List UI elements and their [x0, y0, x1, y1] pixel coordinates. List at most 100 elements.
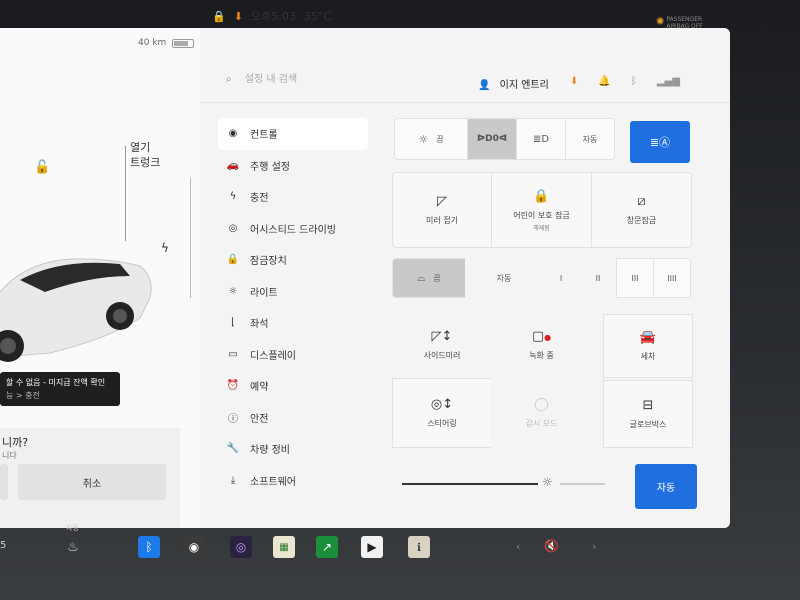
dialog-confirm-button[interactable] [0, 464, 8, 500]
seat-icon: ⌊ [231, 317, 235, 329]
nav-item-display[interactable]: ▭ 디스플레이 [218, 339, 368, 371]
vehicle-pane: 40 km 🔓 열기 트렁크 ϟ 할 수 없음 - 미지급 잔액 확인 능 > … [0, 28, 200, 528]
trunk-label-open: 열기 [130, 141, 151, 154]
bolt-icon: ϟ [229, 191, 237, 203]
trunk-indicator-line [125, 146, 126, 241]
wipers-speed-3-button[interactable]: III [616, 258, 654, 298]
nav-item-software[interactable]: ⤓ 소프트웨어 [218, 465, 368, 497]
volume-up-icon[interactable]: › [592, 540, 596, 553]
camera-icon[interactable]: ◉ [183, 536, 205, 558]
sun-icon: ☼ [418, 132, 429, 146]
lock-icon: 🔒 [226, 254, 240, 266]
dialog-subtitle: 니다 [2, 451, 17, 460]
speed-readout: 5 [0, 540, 7, 551]
lights-off-button[interactable]: ☼ 끔 [394, 118, 468, 160]
charge-indicator-line [190, 178, 191, 298]
charge-port-icon[interactable]: ϟ [161, 241, 169, 255]
child-lock-icon: 🔒 [533, 188, 550, 204]
video-app-icon[interactable]: ▶ [361, 536, 383, 558]
unlock-icon[interactable]: 🔓 [34, 160, 50, 175]
fold-mirrors-button[interactable]: ◸ 미러 접기 [392, 172, 492, 248]
wipers-speed-2-button[interactable]: II [579, 258, 617, 298]
parking-lights-icon: ᐅD0ᐊ [476, 134, 508, 144]
car-wash-icon: 🚘 [639, 330, 657, 345]
signal-icon: ▂▄▆ [656, 76, 680, 87]
search-placeholder: 설정 내 검색 [244, 74, 298, 85]
header-icons: ⬇ 🔔 ᛒ ▂▄▆ [570, 76, 680, 87]
glovebox-icon: ⊟ [642, 398, 654, 413]
auto-high-beam-button[interactable]: ≣Ⓐ [630, 121, 690, 163]
alert-title: 할 수 없음 - 미지급 잔액 확인 [6, 378, 106, 387]
nav-item-schedule[interactable]: ⏰ 예약 [218, 370, 368, 402]
alert-subtitle: 능 > 충전 [6, 391, 40, 400]
search-icon: ⌕ [226, 74, 232, 85]
steering-wheel-icon: ◎ [228, 222, 238, 234]
trunk-label-trunk: 트렁크 [130, 156, 161, 169]
range-readout: 40 km [138, 38, 167, 48]
bluetooth-icon[interactable]: ᛒ [138, 536, 160, 558]
sentry-icon: ◯ [534, 397, 549, 412]
profile-button[interactable]: 👤 이지 엔트리 [478, 76, 549, 91]
person-icon: 👤 [478, 80, 491, 91]
side-mirror-icon: ◸↕ [431, 329, 453, 344]
search-input[interactable]: ⌕ 설정 내 검색 [226, 70, 297, 85]
sentry-mode-button[interactable]: ◯ 감시 모드 [491, 378, 592, 448]
wipers-auto-button[interactable]: 자동 [465, 258, 543, 298]
steering-adjust-button[interactable]: ◎↕ 스티어링 [392, 378, 492, 448]
nav-item-assisted-driving[interactable]: ◎ 어시스티드 드라이빙 [218, 213, 368, 245]
bell-icon[interactable]: 🔔 [598, 76, 610, 87]
display-icon: ▭ [228, 348, 238, 360]
nav-item-service[interactable]: 🔧 차량 정비 [218, 433, 368, 465]
nav-item-driving[interactable]: 🚗 주행 설정 [218, 150, 368, 182]
header-divider [200, 102, 730, 103]
download-icon[interactable]: ⬇ [234, 10, 243, 23]
brightness-slider-fill[interactable] [402, 483, 538, 485]
dialog-question: 니까? [2, 436, 29, 449]
seat-heat-label: 자동 [66, 524, 79, 532]
temperature: 35°C [303, 9, 332, 23]
window-lock-icon: ⧄ [637, 194, 646, 209]
clock-icon: ⏰ [226, 380, 240, 392]
trunk-open-button[interactable]: 열기 트렁크 [130, 140, 160, 170]
wipers-off-button[interactable]: ⌓ 끔 [392, 258, 466, 298]
toggle-icon: ◉ [228, 128, 238, 140]
wipers-speed-1-button[interactable]: I [542, 258, 580, 298]
auto-high-beam-icon: ≣Ⓐ [649, 136, 671, 149]
media-icon[interactable]: ◎ [230, 536, 252, 558]
cancel-button[interactable]: 취소 [18, 464, 166, 500]
taskbar [0, 528, 800, 568]
bluetooth-icon[interactable]: ᛒ [631, 76, 637, 87]
nav-item-controls[interactable]: ◉ 컨트롤 [218, 118, 368, 150]
side-mirror-adjust-button[interactable]: ◸↕ 사이드미러 [392, 312, 492, 378]
download-icon[interactable]: ⬇ [570, 76, 578, 87]
manual-app-icon[interactable]: ℹ [408, 536, 430, 558]
brightness-slider-track[interactable] [560, 483, 605, 485]
car-image [0, 258, 152, 362]
child-lock-button[interactable]: 🔒 어린이 보호 잠금 해제됨 [491, 172, 592, 248]
wipers-speed-4-button[interactable]: IIII [653, 258, 691, 298]
mirror-icon: ◸ [437, 194, 447, 209]
lock-status-icon: 🔒 [212, 9, 226, 23]
volume-down-icon[interactable]: ‹ [516, 540, 520, 553]
headlights-on-button[interactable]: ≣D [516, 118, 566, 160]
seat-heater-icon[interactable]: ♨ [62, 536, 84, 558]
payment-alert-toast[interactable]: 할 수 없음 - 미지급 잔액 확인 능 > 충전 [0, 372, 120, 406]
mute-icon[interactable]: 🔇 [544, 539, 559, 553]
brightness-icon: ☼ [542, 475, 553, 489]
nav-item-lights[interactable]: ☼ 라이트 [218, 276, 368, 308]
brightness-auto-button[interactable]: 자동 [635, 464, 697, 509]
nav-item-charging[interactable]: ϟ 충전 [218, 181, 368, 213]
dashcam-button[interactable]: ▢● 녹화 중 [491, 312, 592, 378]
nav-item-seats[interactable]: ⌊ 좌석 [218, 307, 368, 339]
settings-nav: ◉ 컨트롤 🚗 주행 설정 ϟ 충전 ◎ 어시스티드 드라이빙 🔒 잠금장치 ☼ 라이트 ⌊… [218, 118, 368, 496]
window-lock-button[interactable]: ⧄ 창문잠금 [591, 172, 692, 248]
app-launcher-icon[interactable]: ▦ [273, 536, 295, 558]
car-wash-button[interactable]: 🚘 세차 [603, 314, 693, 378]
light-icon: ☼ [228, 285, 238, 297]
nav-item-safety[interactable]: ⓘ 안전 [218, 402, 368, 434]
nav-item-locks[interactable]: 🔒 잠금장치 [218, 244, 368, 276]
lights-auto-button[interactable]: 자동 [565, 118, 615, 160]
parking-lights-button[interactable]: ᐅD0ᐊ [467, 118, 517, 160]
glovebox-button[interactable]: ⊟ 글로브박스 [603, 380, 693, 448]
stock-app-icon[interactable]: ↗ [316, 536, 338, 558]
